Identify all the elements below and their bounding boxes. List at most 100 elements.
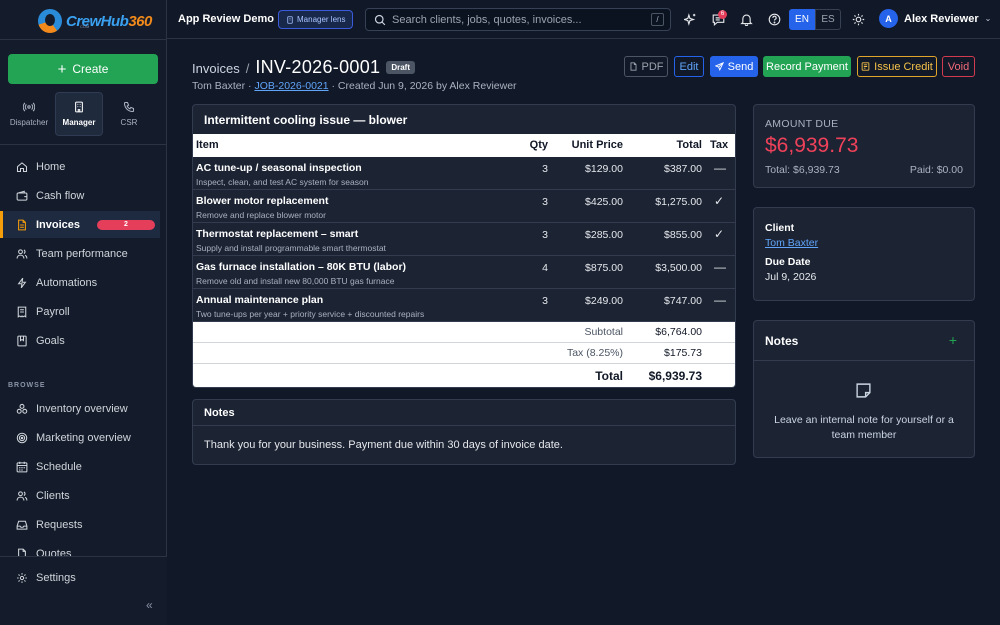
send-button[interactable]: Send (710, 56, 758, 77)
sidebar-item-label: Settings (36, 571, 76, 584)
users-icon (16, 490, 28, 501)
user-name: Alex Reviewer (904, 12, 979, 25)
create-button[interactable]: + Create (8, 54, 158, 84)
item-unit-price: $875.00 (585, 262, 623, 274)
invoice-meta: Tom Baxter · JOB-2026-0021 · Created Jun… (192, 80, 517, 92)
item-name: Blower motor replacement (196, 195, 329, 207)
meta-created: · Created Jun 9, 2026 by Alex Reviewer (331, 80, 517, 92)
sidebar-item-settings[interactable]: Settings (0, 564, 160, 591)
role-csr[interactable]: CSR (105, 92, 153, 136)
role-dispatcher[interactable]: Dispatcher (5, 92, 53, 136)
manager-lens-badge[interactable]: Manager lens (278, 10, 354, 29)
role-label: Manager (62, 118, 96, 127)
sidebar-item-home[interactable]: Home (0, 153, 160, 180)
receipt-icon (17, 306, 27, 318)
search-icon (374, 14, 386, 25)
sidebar-item-cash-flow[interactable]: Cash flow (0, 182, 160, 209)
job-link[interactable]: JOB-2026-0021 (254, 80, 328, 92)
item-qty: 3 (542, 295, 548, 307)
total-value: $6,939.73 (648, 369, 702, 383)
edit-button[interactable]: Edit (674, 56, 704, 77)
tax-label: Tax (8.25%) (566, 347, 623, 359)
lang-en-button[interactable]: EN (789, 9, 815, 30)
record-payment-button[interactable]: Record Payment (763, 56, 851, 77)
table-row[interactable]: Thermostat replacement – smart Supply an… (193, 223, 735, 256)
table-row[interactable]: Gas furnace installation – 80K BTU (labo… (193, 256, 735, 289)
collapse-sidebar-icon[interactable]: « (146, 598, 153, 612)
item-tax: ✓ (714, 227, 725, 241)
role-manager[interactable]: Manager (55, 92, 103, 136)
col-item: Item (196, 139, 219, 151)
search-bar[interactable]: / (365, 8, 671, 31)
logo-subtext: COM (80, 24, 90, 29)
col-tax: Tax (710, 139, 729, 151)
sidebar-item-clients[interactable]: Clients (0, 482, 160, 509)
item-description: Two tune-ups per year + priority service… (196, 309, 425, 319)
sidebar-item-requests[interactable]: Requests (0, 511, 160, 538)
item-name: Gas furnace installation – 80K BTU (labo… (196, 261, 407, 273)
item-qty: 3 (542, 196, 548, 208)
edit-label: Edit (679, 60, 699, 73)
chevron-down-icon: ⌄ (984, 14, 992, 23)
logo-text: CrewHub360 (66, 12, 152, 30)
table-row[interactable]: Annual maintenance plan Two tune-ups per… (193, 289, 735, 322)
pdf-button[interactable]: PDF (624, 56, 668, 77)
search-input[interactable] (392, 13, 642, 26)
sidebar-item-marketing-overview[interactable]: Marketing overview (0, 424, 160, 451)
bookmark-icon (17, 335, 27, 346)
internal-notes-card: Notes + Leave an internal note for yours… (753, 320, 975, 458)
lang-es-button[interactable]: ES (815, 9, 841, 30)
col-qty: Qty (529, 139, 548, 151)
item-unit-price: $285.00 (585, 229, 623, 241)
item-description: Inspect, clean, and test AC system for s… (196, 177, 369, 187)
lens-label: Manager lens (297, 15, 346, 24)
amount-due-value: $6,939.73 (765, 134, 859, 157)
issue-credit-button[interactable]: Issue Credit (857, 56, 937, 77)
pdf-label: PDF (641, 60, 664, 73)
bell-icon[interactable] (740, 13, 753, 26)
item-tax: — (714, 293, 726, 307)
home-icon (16, 161, 28, 172)
theme-sun-icon[interactable] (852, 13, 865, 26)
sidebar-item-automations[interactable]: Automations (0, 269, 160, 296)
sidebar-item-label: Clients (36, 489, 70, 502)
status-badge: Draft (386, 61, 415, 74)
table-row[interactable]: AC tune-up / seasonal inspection Inspect… (193, 157, 735, 190)
wallet-icon (16, 190, 28, 201)
col-unit-price: Unit Price (571, 139, 623, 151)
line-items-table: Item Qty Unit Price Total Tax AC tune-up… (193, 134, 735, 387)
subtotal-value: $6,764.00 (655, 326, 702, 338)
sidebar-item-team-performance[interactable]: Team performance (0, 240, 160, 267)
client-label: Client (765, 222, 795, 234)
item-total: $747.00 (664, 295, 702, 307)
sparkle-icon[interactable] (684, 13, 697, 26)
tax-value: $175.73 (664, 347, 702, 359)
logo[interactable]: CrewHub360 (38, 9, 152, 33)
sidebar-item-goals[interactable]: Goals (0, 327, 160, 354)
sidebar-item-schedule[interactable]: Schedule (0, 453, 160, 480)
breadcrumb-invoices-link[interactable]: Invoices (192, 61, 240, 76)
help-icon[interactable] (768, 13, 781, 26)
sidebar-item-payroll[interactable]: Payroll (0, 298, 160, 325)
phone-icon (123, 101, 135, 113)
sidebar-item-label: Home (36, 160, 66, 173)
user-menu[interactable]: A Alex Reviewer ⌄ (879, 9, 991, 28)
amount-paid: Paid: $0.00 (909, 164, 963, 176)
role-switcher: Dispatcher Manager CSR (5, 92, 161, 136)
item-total: $3,500.00 (655, 262, 702, 274)
table-row[interactable]: Blower motor replacement Remove and repl… (193, 190, 735, 223)
item-total: $855.00 (664, 229, 702, 241)
add-note-button[interactable]: + (949, 332, 957, 348)
send-icon (714, 62, 724, 71)
breadcrumb-separator: / (245, 61, 250, 76)
divider (0, 39, 167, 40)
language-switcher: EN ES (789, 9, 841, 30)
client-link[interactable]: Tom Baxter (765, 237, 818, 249)
boxes-icon (16, 403, 28, 414)
document-icon (18, 219, 26, 230)
item-unit-price: $425.00 (585, 196, 623, 208)
void-button[interactable]: Void (942, 56, 975, 77)
sidebar-item-invoices[interactable]: Invoices 2 (0, 211, 160, 238)
meta-separator: · (248, 80, 252, 92)
sidebar-item-inventory-overview[interactable]: Inventory overview (0, 395, 160, 422)
